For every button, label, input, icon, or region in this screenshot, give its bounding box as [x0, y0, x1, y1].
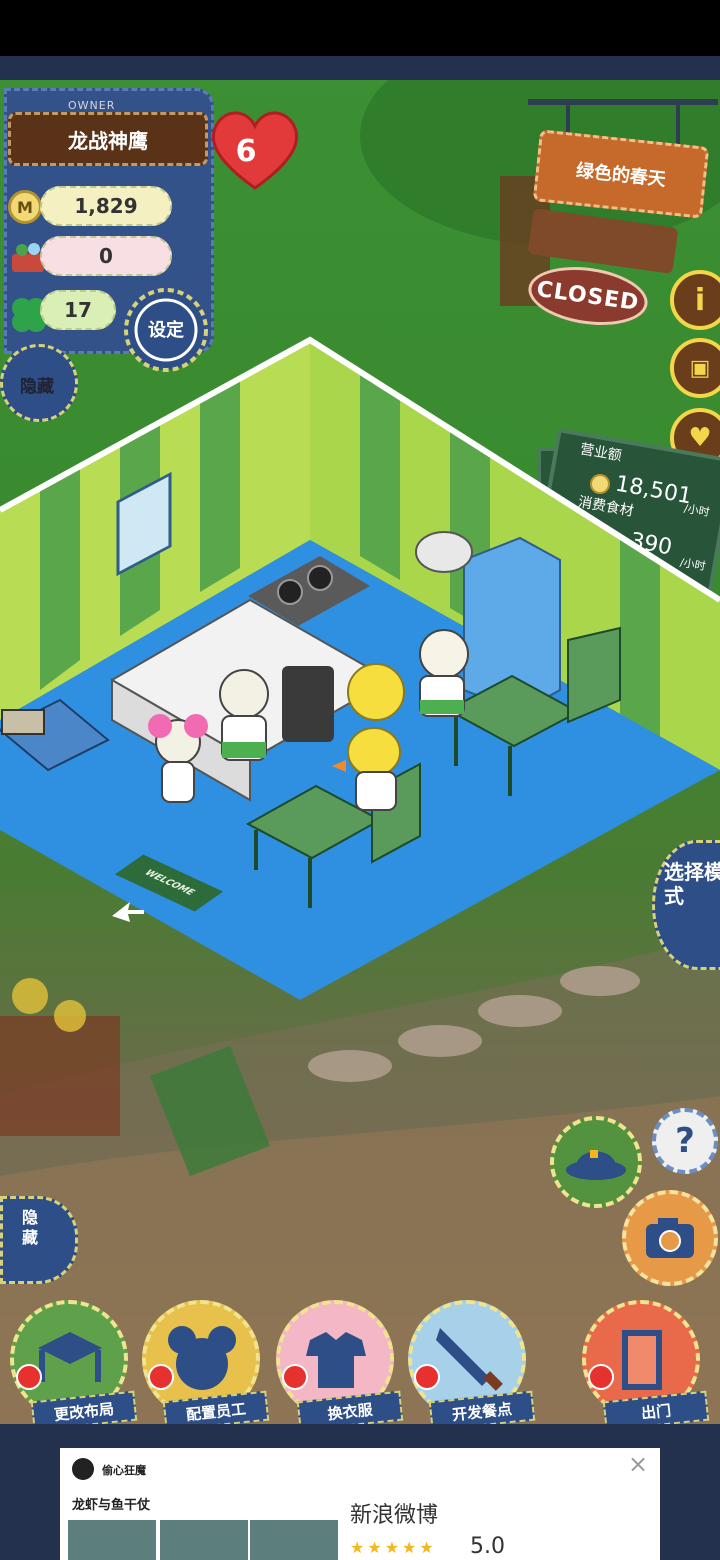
ad-image-2: [160, 1520, 248, 1560]
ad-image-1: [68, 1520, 156, 1560]
coin-count: 1,829: [40, 186, 172, 226]
ad-rating-stars: ★★★★★: [350, 1538, 437, 1557]
star-border-top: [0, 56, 720, 80]
help-button[interactable]: ?: [652, 1108, 718, 1174]
change-clothes-button[interactable]: 换衣服: [276, 1300, 404, 1432]
pin-icon: [16, 1364, 42, 1390]
ad-close-icon[interactable]: ×: [626, 1452, 650, 1476]
camera-button[interactable]: [622, 1190, 718, 1286]
ad-post-title: 龙虾与鱼干仗: [72, 1498, 151, 1513]
pin-icon: [588, 1364, 614, 1390]
hat-icon: [566, 1150, 626, 1180]
status-bar: [0, 0, 720, 56]
change-layout-button[interactable]: 更改布局: [10, 1300, 138, 1432]
pin-icon: [148, 1364, 174, 1390]
develop-dish-button[interactable]: 开发餐点: [408, 1300, 536, 1432]
hide-bottom-label: 隐藏: [22, 1208, 39, 1247]
owner-name: 龙战神鹰: [68, 128, 148, 153]
owner-label: OWNER: [68, 99, 116, 112]
ad-user-avatar: [72, 1458, 94, 1480]
pin-icon: [282, 1364, 308, 1390]
coin-icon: M: [8, 190, 42, 224]
ad-username: 偷心狂魔: [102, 1464, 146, 1477]
pin-icon: [414, 1364, 440, 1390]
ad-app-name: 新浪微博: [350, 1503, 439, 1528]
ad-image-3: [250, 1520, 338, 1560]
coffee-machine: [282, 666, 334, 742]
ingredient-count: 0: [40, 236, 172, 276]
ad-rating-value: 5.0: [470, 1534, 505, 1559]
restaurant-room: [0, 336, 720, 1000]
select-mode-label: 选择模式: [664, 860, 720, 908]
game-screen: OWNER 龙战神鹰 6 M 1,829 0 17 设定 隐藏 绿色的春天 CL…: [0, 0, 720, 1560]
camera-icon: [646, 1218, 694, 1258]
owner-name-banner: 龙战神鹰: [8, 112, 208, 166]
assign-staff-button[interactable]: 配置员工: [142, 1300, 270, 1432]
rice-cooker: [415, 531, 473, 573]
owner-level: 6: [235, 134, 257, 169]
restaurant-name: 绿色的春天: [574, 160, 667, 191]
go-out-button[interactable]: 出门: [582, 1300, 710, 1432]
